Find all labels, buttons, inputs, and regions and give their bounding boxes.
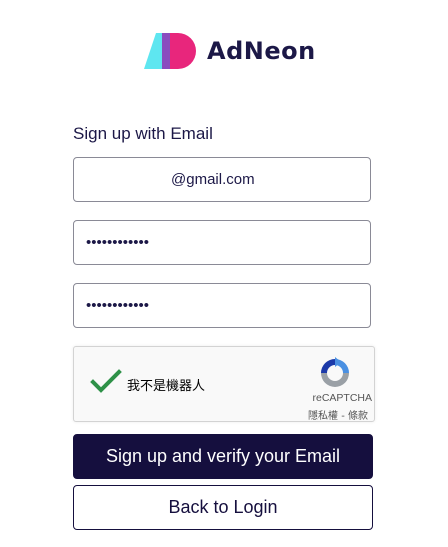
captcha-links[interactable]: 隱私權 - 條款 — [308, 407, 368, 422]
confirm-password-input[interactable] — [74, 284, 370, 327]
email-field[interactable] — [73, 157, 371, 202]
checkmark-icon[interactable] — [90, 369, 122, 395]
password-input[interactable] — [74, 221, 370, 264]
signup-verify-button[interactable]: Sign up and verify your Email — [73, 434, 373, 479]
recaptcha-widget: 我不是機器人 reCAPTCHA 隱私權 - 條款 — [73, 346, 375, 422]
captcha-brand: reCAPTCHA — [312, 392, 372, 404]
email-input[interactable] — [74, 158, 370, 201]
recaptcha-icon — [321, 357, 349, 387]
brand-logo: AdNeon — [142, 31, 316, 71]
form-heading: Sign up with Email — [73, 124, 213, 143]
adneon-logo-icon — [144, 33, 196, 69]
brand-name: AdNeon — [207, 37, 316, 65]
captcha-label: 我不是機器人 — [127, 379, 206, 394]
confirm-password-field[interactable] — [73, 283, 371, 328]
back-to-login-button[interactable]: Back to Login — [73, 485, 373, 530]
password-field[interactable] — [73, 220, 371, 265]
